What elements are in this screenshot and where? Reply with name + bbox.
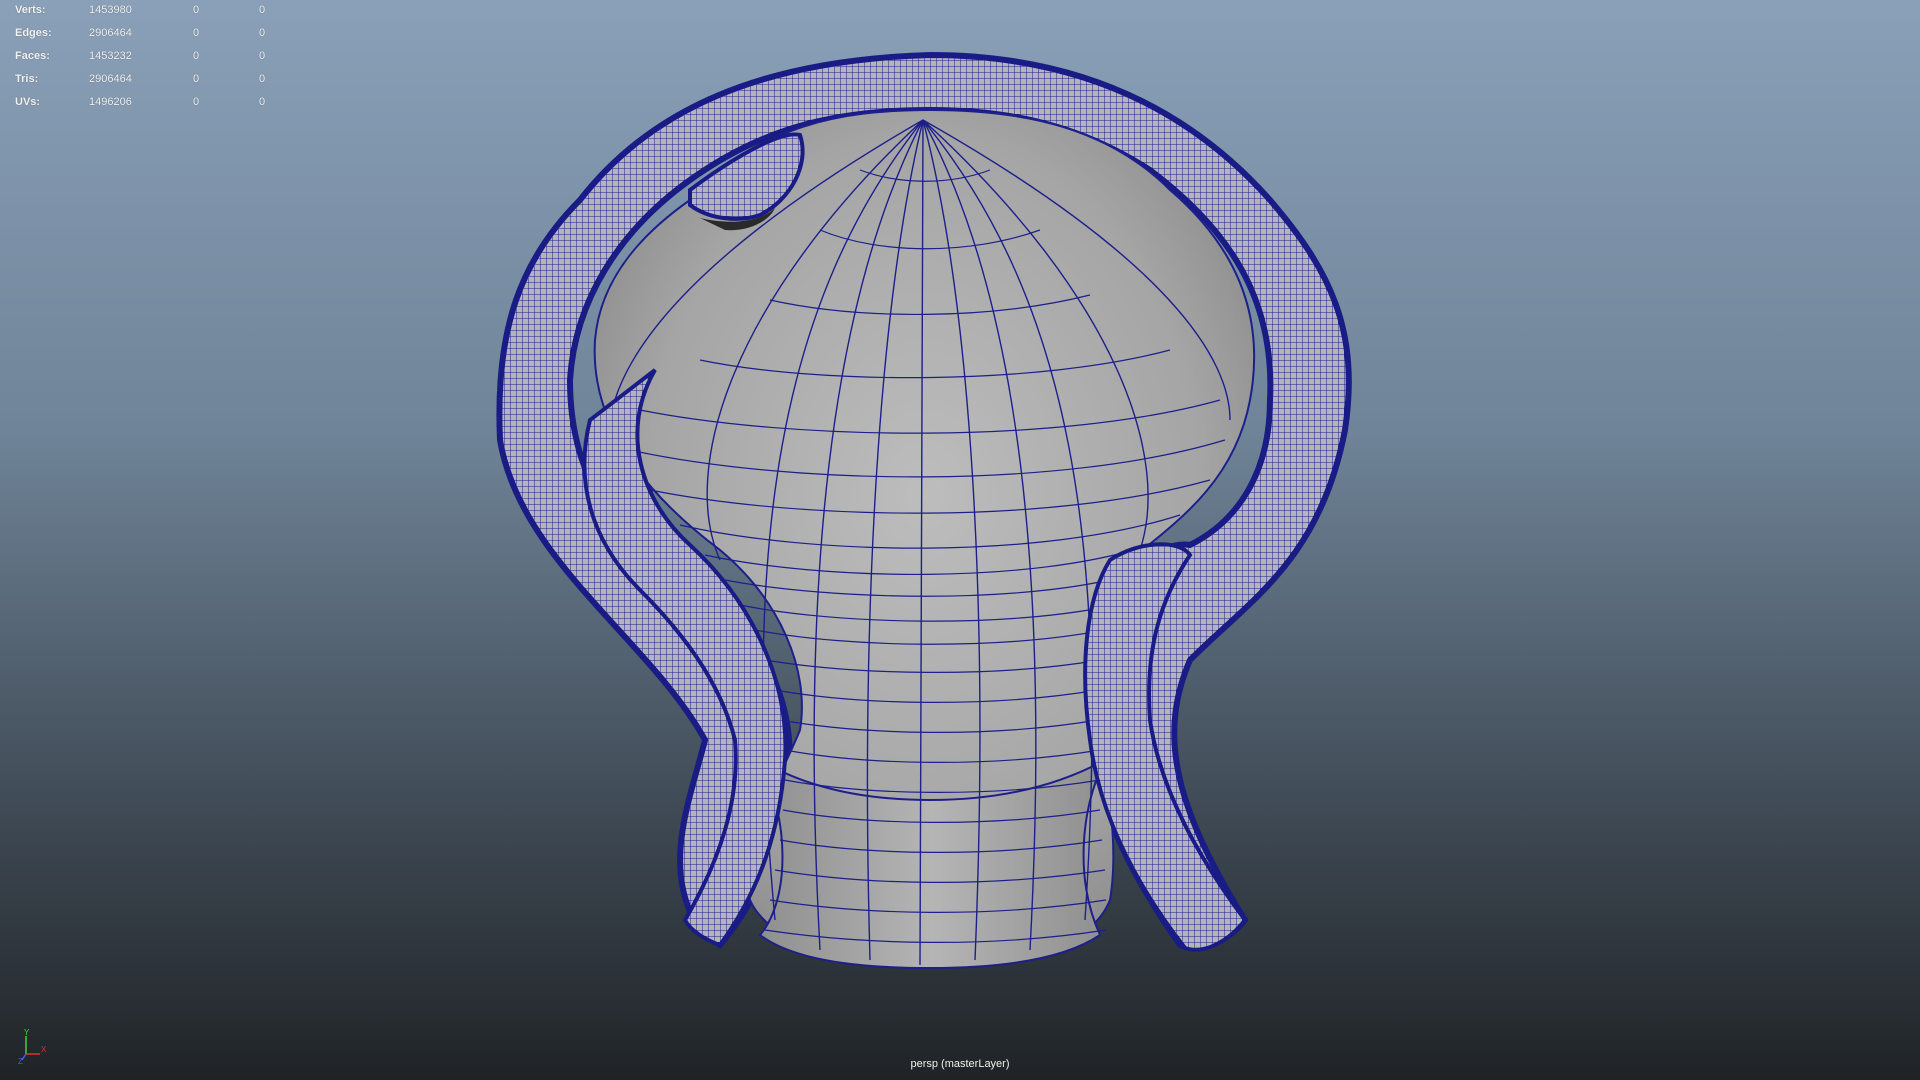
- hud-total-value: 2906464: [89, 73, 132, 85]
- viewport-panel[interactable]: Verts: 1453980 0 0 Edges: 2906464 0 0 Fa…: [0, 0, 1920, 1080]
- hud-selected-value: 0: [193, 73, 200, 85]
- hud-component-value: 0: [259, 27, 266, 39]
- hud-label: Faces:: [15, 50, 50, 62]
- hud-row-tris: Tris: 2906464 0 0: [15, 71, 275, 94]
- hud-selected-value: 0: [193, 4, 200, 16]
- hud-total-value: 1453980: [89, 4, 132, 16]
- axis-x-label: X: [41, 1045, 47, 1054]
- hud-row-verts: Verts: 1453980 0 0: [15, 2, 275, 25]
- hood-mesh-model[interactable]: [0, 0, 1920, 1080]
- hud-label: Tris:: [15, 73, 39, 85]
- hud-component-value: 0: [259, 96, 266, 108]
- hud-row-uvs: UVs: 1496206 0 0: [15, 94, 275, 117]
- hud-label: Verts:: [15, 4, 46, 16]
- hud-label: UVs:: [15, 96, 41, 108]
- hud-selected-value: 0: [193, 50, 200, 62]
- hud-row-edges: Edges: 2906464 0 0: [15, 25, 275, 48]
- hud-label: Edges:: [15, 27, 52, 39]
- hud-total-value: 1496206: [89, 96, 132, 108]
- hud-row-faces: Faces: 1453232 0 0: [15, 48, 275, 71]
- hud-component-value: 0: [259, 4, 266, 16]
- hud-selected-value: 0: [193, 27, 200, 39]
- hud-component-value: 0: [259, 50, 266, 62]
- hud-selected-value: 0: [193, 96, 200, 108]
- axis-y-label: Y: [24, 1028, 30, 1037]
- hud-total-value: 1453232: [89, 50, 132, 62]
- poly-count-hud: Verts: 1453980 0 0 Edges: 2906464 0 0 Fa…: [15, 2, 275, 117]
- camera-name-label: persp (masterLayer): [910, 1058, 1010, 1070]
- hud-component-value: 0: [259, 73, 266, 85]
- hud-total-value: 2906464: [89, 27, 132, 39]
